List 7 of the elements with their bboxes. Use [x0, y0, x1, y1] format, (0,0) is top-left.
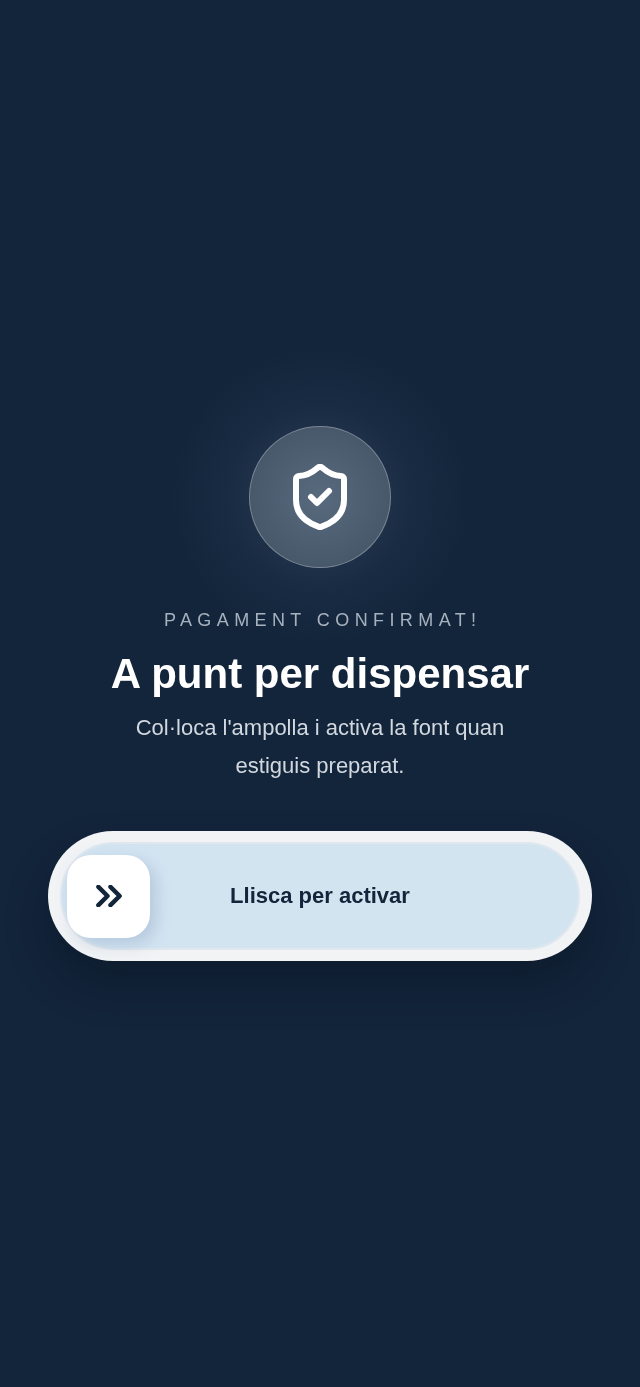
status-label: PAGAMENT CONFIRMAT! — [162, 609, 482, 632]
double-chevron-icon — [95, 885, 122, 907]
page-title: A punt per dispensar — [110, 650, 530, 698]
slider-handle[interactable] — [67, 854, 150, 938]
instruction-text: Col·loca l'ampolla i activa la font quan estiguis preparat. — [134, 714, 506, 780]
slider-label: Llisca per activar — [230, 883, 410, 909]
slider-track[interactable]: Llisca per activar — [60, 842, 580, 950]
